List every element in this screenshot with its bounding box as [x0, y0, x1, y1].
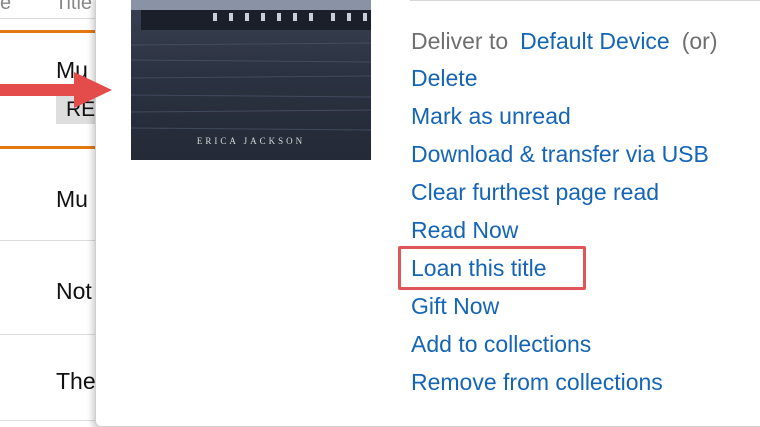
divider — [410, 0, 760, 1]
header-title-column[interactable]: Title — [55, 0, 92, 15]
selected-row-bottom-border — [0, 146, 100, 149]
list-item-title: The — [56, 368, 96, 394]
remove-from-collections-link[interactable]: Remove from collections — [411, 368, 709, 406]
download-transfer-usb-link[interactable]: Download & transfer via USB — [411, 140, 709, 178]
default-device-link[interactable]: Default Device — [520, 28, 670, 54]
gift-now-link[interactable]: Gift Now — [411, 292, 709, 330]
book-cover[interactable]: ERICA JACKSON — [131, 0, 371, 160]
selected-row-top-border — [0, 30, 100, 33]
row-divider — [0, 334, 100, 335]
row-divider — [0, 18, 100, 19]
add-to-collections-link[interactable]: Add to collections — [411, 330, 709, 368]
clear-furthest-page-link[interactable]: Clear furthest page read — [411, 178, 709, 216]
cover-author-text: ERICA JACKSON — [196, 136, 306, 146]
list-item-title: Mu — [56, 186, 88, 212]
row-divider — [0, 240, 100, 241]
deliver-or-text: (or) — [681, 28, 718, 54]
deliver-to-row: Deliver to Default Device (or) — [411, 28, 718, 55]
mark-as-unread-link[interactable]: Mark as unread — [411, 102, 709, 140]
deliver-to-label: Deliver to — [411, 28, 509, 54]
delete-link[interactable]: Delete — [411, 64, 709, 102]
header-column-fragment: e — [0, 0, 12, 14]
annotation-highlight-box — [398, 246, 586, 290]
list-item-title: Not — [56, 278, 92, 304]
annotation-arrow-icon — [0, 72, 112, 108]
row-divider — [0, 420, 100, 421]
screen: e Title Mu RE Mu Not The ERICA JACKSON D… — [0, 0, 760, 427]
book-actions-menu: Delete Mark as unread Download & transfe… — [411, 64, 709, 406]
